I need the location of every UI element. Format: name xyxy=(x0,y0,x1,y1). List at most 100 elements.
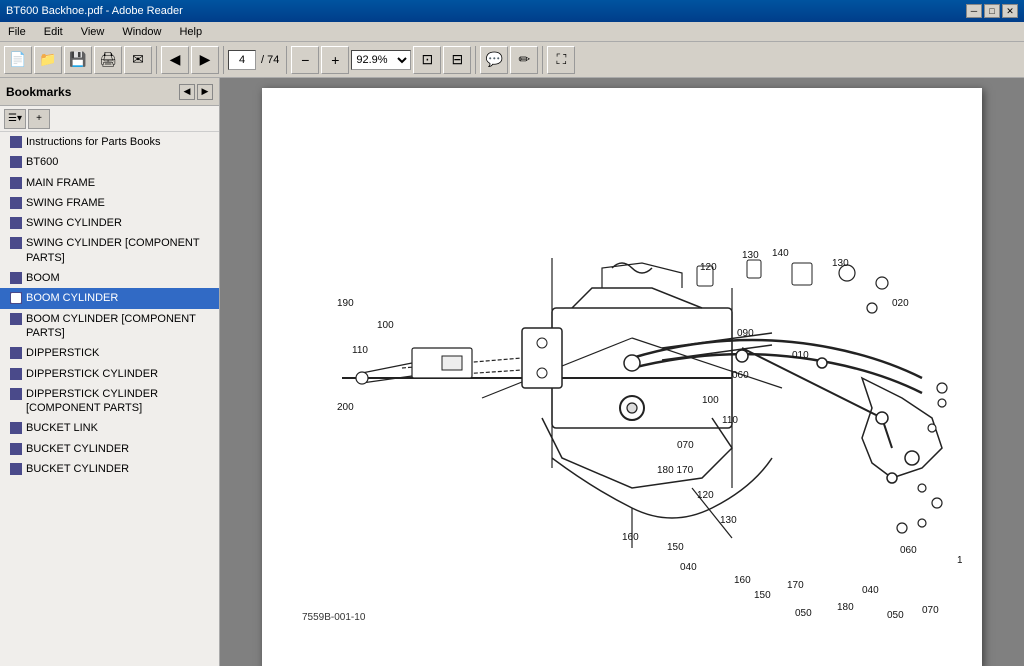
bookmark-icon xyxy=(10,197,22,209)
svg-text:050: 050 xyxy=(795,608,812,619)
sidebar-controls: ◀ ▶ xyxy=(179,84,213,100)
diagram-svg: 140 120 130 130 020 020 030 190 100 110 … xyxy=(282,108,962,628)
comment-button[interactable]: 💬 xyxy=(480,46,508,74)
bookmark-icon xyxy=(10,463,22,475)
svg-text:130 120: 130 120 xyxy=(957,555,962,566)
svg-text:170: 170 xyxy=(787,580,804,591)
svg-text:130: 130 xyxy=(720,515,737,526)
bookmark-label: MAIN FRAME xyxy=(26,176,95,190)
main-area: Bookmarks ◀ ▶ ☰▾ + Instructions for Part… xyxy=(0,78,1024,666)
diagram-container: 140 120 130 130 020 020 030 190 100 110 … xyxy=(282,108,962,631)
menu-edit[interactable]: Edit xyxy=(40,25,67,39)
bookmark-options-button[interactable]: ☰▾ xyxy=(4,109,26,129)
pdf-page: 140 120 130 130 020 020 030 190 100 110 … xyxy=(262,88,982,666)
email-button[interactable]: ✉ xyxy=(124,46,152,74)
svg-text:140: 140 xyxy=(772,248,789,259)
bookmark-icon xyxy=(10,347,22,359)
sidebar-toolbar: ☰▾ + xyxy=(0,106,219,132)
save-button[interactable]: 💾 xyxy=(64,46,92,74)
bookmark-item[interactable]: DIPPERSTICK CYLINDER [COMPONENT PARTS] xyxy=(0,384,219,419)
zoom-in-button[interactable]: + xyxy=(321,46,349,74)
svg-text:120: 120 xyxy=(697,490,714,501)
sidebar-scroll[interactable]: Instructions for Parts Books BT600 MAIN FR… xyxy=(0,132,219,666)
page-number-input[interactable] xyxy=(228,50,256,70)
print-button[interactable]: 🖨 xyxy=(94,46,122,74)
bookmark-item[interactable]: BOOM CYLINDER xyxy=(0,288,219,308)
sidebar-expand-button[interactable]: ▶ xyxy=(197,84,213,100)
svg-text:090: 090 xyxy=(737,328,754,339)
page-number: 7559B-001-10 xyxy=(302,612,365,623)
svg-text:040: 040 xyxy=(862,585,879,596)
bookmark-label: SWING CYLINDER xyxy=(26,216,122,230)
bookmark-add-button[interactable]: + xyxy=(28,109,50,129)
fit-page-button[interactable]: ⊡ xyxy=(413,46,441,74)
open-button[interactable]: 📁 xyxy=(34,46,62,74)
svg-text:100: 100 xyxy=(377,320,394,331)
sidebar-title: Bookmarks xyxy=(6,85,71,99)
bookmark-label: BUCKET CYLINDER xyxy=(26,462,129,476)
bookmark-label: DIPPERSTICK xyxy=(26,346,99,360)
svg-text:060: 060 xyxy=(900,545,917,556)
bookmark-item[interactable]: DIPPERSTICK xyxy=(0,343,219,363)
bookmark-item[interactable]: BUCKET LINK xyxy=(0,418,219,438)
next-view-button[interactable]: ▶ xyxy=(191,46,219,74)
bookmark-label: DIPPERSTICK CYLINDER [COMPONENT PARTS] xyxy=(26,387,213,416)
bookmark-label: BUCKET CYLINDER xyxy=(26,442,129,456)
bookmark-item[interactable]: MAIN FRAME xyxy=(0,173,219,193)
new-button[interactable]: 📄 xyxy=(4,46,32,74)
bookmark-item[interactable]: DIPPERSTICK CYLINDER xyxy=(0,364,219,384)
svg-text:100: 100 xyxy=(702,395,719,406)
bookmark-label: BOOM xyxy=(26,271,60,285)
bookmark-icon xyxy=(10,292,22,304)
separator-2 xyxy=(223,46,224,74)
bookmark-icon xyxy=(10,313,22,325)
separator-1 xyxy=(156,46,157,74)
svg-text:160: 160 xyxy=(622,532,639,543)
svg-text:120: 120 xyxy=(700,262,717,273)
bookmark-label: BT600 xyxy=(26,155,58,169)
bookmark-label: SWING FRAME xyxy=(26,196,105,210)
svg-text:070: 070 xyxy=(677,440,694,451)
zoom-select[interactable]: 92.9% 50% 75% 100% 125% 150% 200% xyxy=(351,50,411,70)
fit-width-button[interactable]: ⊟ xyxy=(443,46,471,74)
markup-button[interactable]: ✏ xyxy=(510,46,538,74)
page-total: / 74 xyxy=(258,54,282,66)
prev-view-button[interactable]: ◀ xyxy=(161,46,189,74)
bookmark-label: DIPPERSTICK CYLINDER xyxy=(26,367,158,381)
bookmark-item[interactable]: BUCKET CYLINDER xyxy=(0,459,219,479)
bookmark-item[interactable]: BOOM CYLINDER [COMPONENT PARTS] xyxy=(0,309,219,344)
separator-3 xyxy=(286,46,287,74)
bookmark-icon xyxy=(10,237,22,249)
bookmark-icon xyxy=(10,272,22,284)
bookmark-item[interactable]: BUCKET CYLINDER xyxy=(0,439,219,459)
title-bar-text: BT600 Backhoe.pdf - Adobe Reader xyxy=(6,5,966,17)
menu-view[interactable]: View xyxy=(77,25,109,39)
menu-help[interactable]: Help xyxy=(175,25,206,39)
content-area[interactable]: 140 120 130 130 020 020 030 190 100 110 … xyxy=(220,78,1024,666)
bookmark-icon xyxy=(10,217,22,229)
bookmark-item[interactable]: SWING CYLINDER [COMPONENT PARTS] xyxy=(0,233,219,268)
bookmark-item[interactable]: BOOM xyxy=(0,268,219,288)
bookmark-icon xyxy=(10,422,22,434)
separator-4 xyxy=(475,46,476,74)
bookmark-icon xyxy=(10,368,22,380)
svg-text:110: 110 xyxy=(722,415,738,426)
minimize-button[interactable]: ─ xyxy=(966,4,982,18)
close-button[interactable]: ✕ xyxy=(1002,4,1018,18)
bookmark-item[interactable]: SWING FRAME xyxy=(0,193,219,213)
svg-text:130: 130 xyxy=(742,250,759,261)
sidebar-collapse-button[interactable]: ◀ xyxy=(179,84,195,100)
bookmark-icon xyxy=(10,156,22,168)
svg-text:190: 190 xyxy=(337,298,354,309)
fullscreen-button[interactable]: ⛶ xyxy=(547,46,575,74)
sidebar-header: Bookmarks ◀ ▶ xyxy=(0,78,219,106)
bookmark-item[interactable]: SWING CYLINDER xyxy=(0,213,219,233)
bookmark-item[interactable]: Instructions for Parts Books xyxy=(0,132,219,152)
zoom-out-button[interactable]: − xyxy=(291,46,319,74)
bookmark-item[interactable]: BT600 xyxy=(0,152,219,172)
menu-window[interactable]: Window xyxy=(118,25,165,39)
maximize-button[interactable]: □ xyxy=(984,4,1000,18)
title-bar-buttons: ─ □ ✕ xyxy=(966,4,1018,18)
menu-file[interactable]: File xyxy=(4,25,30,39)
bookmark-label: BOOM CYLINDER xyxy=(26,291,118,305)
